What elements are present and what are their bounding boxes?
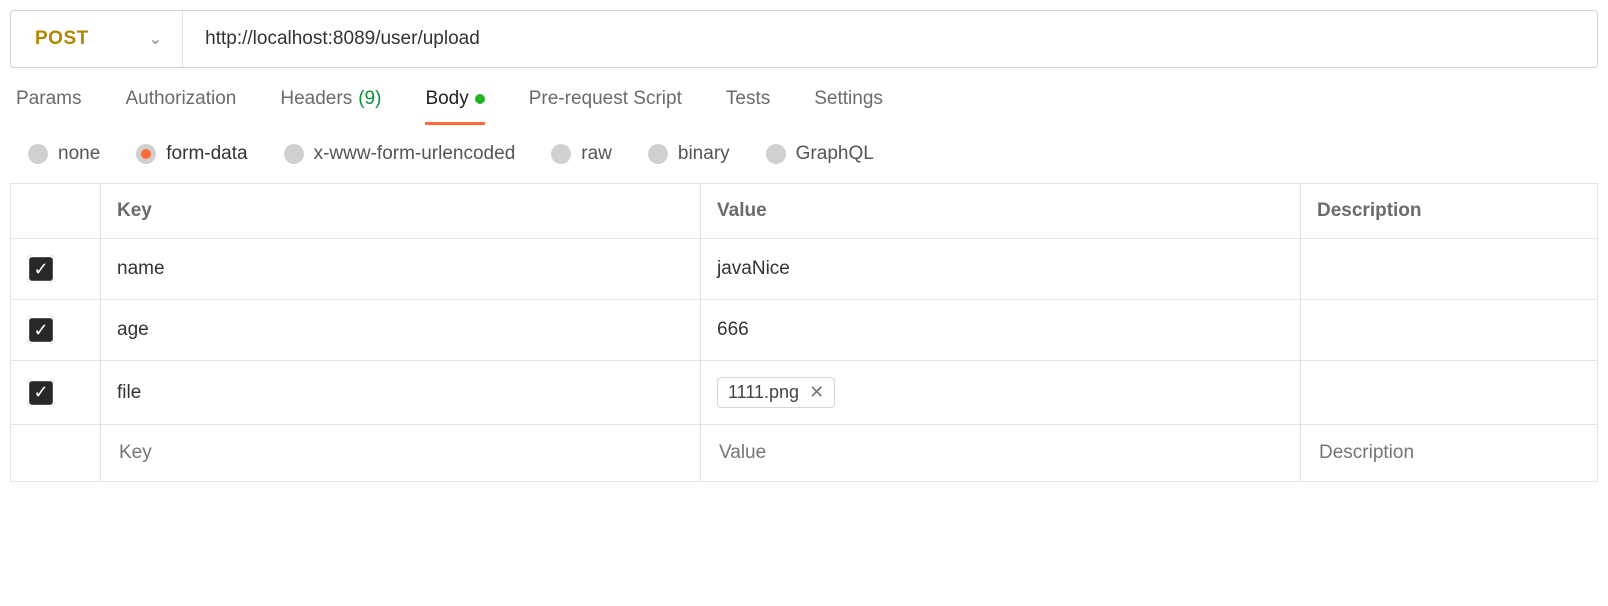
key-cell[interactable]: file (101, 361, 701, 425)
value-text: 666 (717, 319, 749, 340)
tab-label: Headers (280, 88, 352, 110)
key-cell[interactable]: name (101, 239, 701, 300)
empty-checkbox-cell (11, 425, 101, 482)
radio-icon (136, 144, 156, 164)
radio-urlencoded[interactable]: x-www-form-urlencoded (284, 143, 516, 165)
radio-icon (551, 144, 571, 164)
tab-label: Tests (726, 88, 770, 110)
tab-params[interactable]: Params (16, 88, 81, 125)
radio-icon (284, 144, 304, 164)
tab-headers[interactable]: Headers (9) (280, 88, 381, 125)
value-cell[interactable]: javaNice (701, 239, 1301, 300)
header-checkbox-cell (11, 184, 101, 239)
form-data-table: Key Value Description ✓ name javaNice ✓ … (10, 183, 1598, 482)
request-bar: POST ⌄ (10, 10, 1598, 68)
tab-label: Body (425, 88, 468, 110)
radio-icon (766, 144, 786, 164)
key-cell[interactable] (101, 425, 701, 482)
file-chip: 1111.png ✕ (717, 377, 835, 408)
table-row: ✓ file 1111.png ✕ (11, 361, 1598, 425)
http-method-select[interactable]: POST ⌄ (11, 11, 183, 67)
tab-tests[interactable]: Tests (726, 88, 770, 125)
radio-none[interactable]: none (28, 143, 100, 165)
tab-label: Settings (814, 88, 883, 110)
tab-label: Pre-request Script (529, 88, 682, 110)
value-cell[interactable]: 666 (701, 300, 1301, 361)
radio-label: x-www-form-urlencoded (314, 143, 516, 165)
tab-authorization[interactable]: Authorization (125, 88, 236, 125)
request-url-input[interactable] (183, 11, 1597, 67)
radio-binary[interactable]: binary (648, 143, 730, 165)
tab-label: Authorization (125, 88, 236, 110)
header-value: Value (701, 184, 1301, 239)
description-cell[interactable] (1301, 425, 1598, 482)
radio-label: binary (678, 143, 730, 165)
radio-graphql[interactable]: GraphQL (766, 143, 874, 165)
body-type-selector: none form-data x-www-form-urlencoded raw… (10, 125, 1598, 183)
modified-dot-icon (475, 94, 485, 104)
value-cell[interactable]: 1111.png ✕ (701, 361, 1301, 425)
tab-body[interactable]: Body (425, 88, 484, 125)
radio-label: GraphQL (796, 143, 874, 165)
chevron-down-icon: ⌄ (149, 29, 162, 49)
file-name: 1111.png (728, 382, 799, 403)
radio-icon (648, 144, 668, 164)
description-cell[interactable] (1301, 300, 1598, 361)
new-value-input[interactable] (717, 441, 1284, 465)
key-text: name (117, 258, 165, 279)
key-text: age (117, 319, 149, 340)
value-text: javaNice (717, 258, 790, 279)
header-key: Key (101, 184, 701, 239)
headers-count: (9) (358, 88, 381, 110)
tab-label: Params (16, 88, 81, 110)
table-header-row: Key Value Description (11, 184, 1598, 239)
row-checkbox[interactable]: ✓ (27, 379, 55, 407)
new-description-input[interactable] (1317, 441, 1581, 465)
radio-icon (28, 144, 48, 164)
http-method-label: POST (35, 28, 89, 50)
header-description: Description (1301, 184, 1598, 239)
value-cell[interactable] (701, 425, 1301, 482)
row-checkbox[interactable]: ✓ (27, 316, 55, 344)
key-cell[interactable]: age (101, 300, 701, 361)
tab-settings[interactable]: Settings (814, 88, 883, 125)
table-row: ✓ name javaNice (11, 239, 1598, 300)
request-tabs: Params Authorization Headers (9) Body Pr… (10, 68, 1598, 125)
radio-label: raw (581, 143, 612, 165)
radio-label: none (58, 143, 100, 165)
tab-prerequest-script[interactable]: Pre-request Script (529, 88, 682, 125)
radio-form-data[interactable]: form-data (136, 143, 247, 165)
new-key-input[interactable] (117, 441, 684, 465)
key-text: file (117, 382, 141, 403)
remove-file-icon[interactable]: ✕ (809, 382, 824, 403)
radio-label: form-data (166, 143, 247, 165)
row-checkbox[interactable]: ✓ (27, 255, 55, 283)
description-cell[interactable] (1301, 361, 1598, 425)
table-row-new (11, 425, 1598, 482)
radio-raw[interactable]: raw (551, 143, 612, 165)
table-row: ✓ age 666 (11, 300, 1598, 361)
description-cell[interactable] (1301, 239, 1598, 300)
